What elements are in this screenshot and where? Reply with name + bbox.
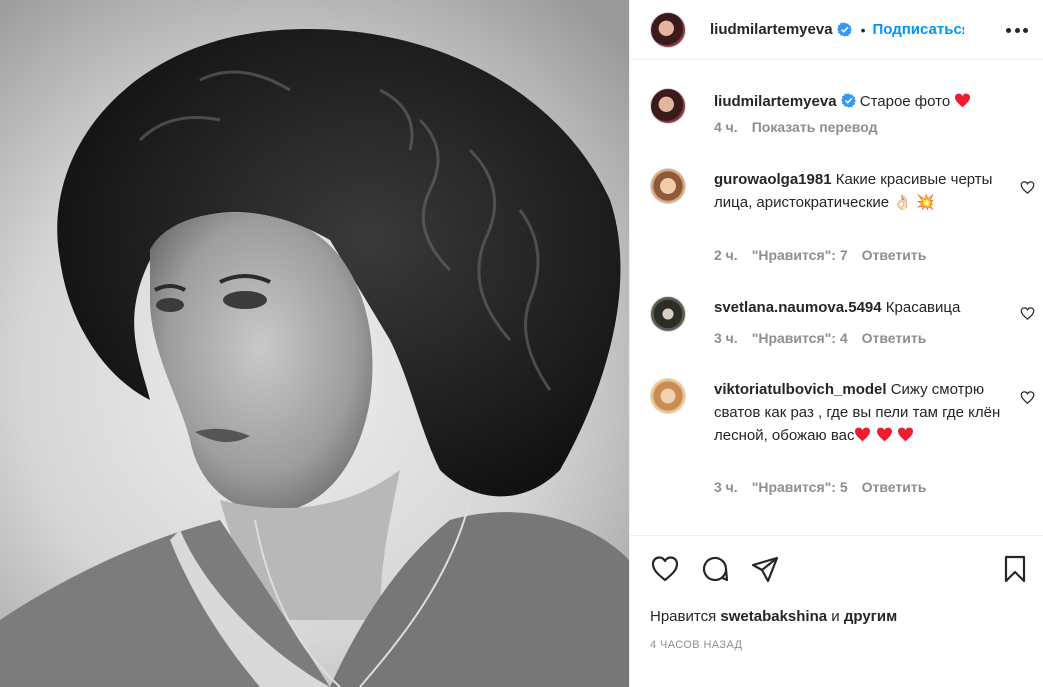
comment-item: gurowaolga1981 Какие красивые черты лица… xyxy=(650,168,1035,278)
verified-badge-icon xyxy=(840,93,856,108)
post-photo[interactable] xyxy=(0,0,629,687)
portrait-image xyxy=(0,29,629,687)
red-heart-emoji-icon xyxy=(876,427,892,442)
avatar[interactable] xyxy=(650,168,686,204)
reply-button[interactable]: Ответить xyxy=(862,247,927,263)
comment-text: Красавица xyxy=(885,299,961,316)
caption-username[interactable]: liudmilartemyeva xyxy=(714,93,837,110)
avatar[interactable] xyxy=(650,296,686,332)
caption: liudmilartemyeva Старое фото 4 ч. Показат… xyxy=(650,88,1035,148)
bookmark-icon[interactable] xyxy=(1000,554,1030,584)
share-icon[interactable] xyxy=(750,554,780,584)
red-heart-emoji-icon xyxy=(897,427,913,442)
likes-and: и xyxy=(831,608,840,625)
comment-time: 3 ч. xyxy=(714,479,738,495)
comment-icon[interactable] xyxy=(700,554,730,584)
comment-item: svetlana.naumova.5494 Красавица 3 ч. "Нра… xyxy=(650,296,1035,356)
post-time[interactable]: 4 ЧАСОВ НАЗАД xyxy=(650,639,742,651)
author-avatar[interactable] xyxy=(650,11,686,48)
comment-username[interactable]: viktoriatulbovich_model xyxy=(714,381,887,398)
verified-badge-icon xyxy=(836,22,852,37)
author-username[interactable]: liudmilartemyeva xyxy=(710,21,833,38)
likes-prefix: Нравится xyxy=(650,608,717,625)
show-translation-link[interactable]: Показать перевод xyxy=(752,119,878,135)
like-comment-heart-icon[interactable] xyxy=(1020,306,1035,321)
comment-emojis: 👌🏻 💥 xyxy=(893,194,935,211)
more-options-icon[interactable] xyxy=(1004,17,1030,43)
likes-summary: Нравится swetabakshina и другим xyxy=(650,608,897,625)
comment-username[interactable]: gurowaolga1981 xyxy=(714,171,832,188)
comment-time: 2 ч. xyxy=(714,247,738,263)
comment-username[interactable]: svetlana.naumova.5494 xyxy=(714,299,882,316)
comment-likes[interactable]: "Нравится": 7 xyxy=(752,247,848,263)
comment-likes[interactable]: "Нравится": 5 xyxy=(752,479,848,495)
reply-button[interactable]: Ответить xyxy=(862,479,927,495)
reply-button[interactable]: Ответить xyxy=(862,330,927,346)
comment-item: viktoriatulbovich_model Сижу смотрю сват… xyxy=(650,378,1035,508)
post-actions: Нравится swetabakshina и другим 4 ЧАСОВ … xyxy=(630,535,1043,687)
caption-text: Старое фото xyxy=(859,93,951,110)
avatar[interactable] xyxy=(650,378,686,414)
likes-others-link[interactable]: другим xyxy=(844,608,897,625)
follow-button[interactable]: Подписаться xyxy=(872,21,964,38)
avatar[interactable] xyxy=(650,88,686,124)
red-heart-emoji-icon xyxy=(955,93,971,108)
post-panel: liudmilartemyeva • Подписаться liudmilar… xyxy=(629,0,1043,687)
separator-dot: • xyxy=(860,21,866,38)
likes-user-link[interactable]: swetabakshina xyxy=(720,608,827,625)
comment-likes[interactable]: "Нравится": 4 xyxy=(752,330,848,346)
red-heart-emoji-icon xyxy=(855,427,871,442)
heart-icon[interactable] xyxy=(650,554,680,584)
like-comment-heart-icon[interactable] xyxy=(1020,390,1035,405)
comments-list[interactable]: liudmilartemyeva Старое фото 4 ч. Показат… xyxy=(630,61,1043,534)
like-comment-heart-icon[interactable] xyxy=(1020,180,1035,195)
comment-time: 3 ч. xyxy=(714,330,738,346)
post-header: liudmilartemyeva • Подписаться xyxy=(630,0,1043,60)
caption-time: 4 ч. xyxy=(714,119,738,135)
